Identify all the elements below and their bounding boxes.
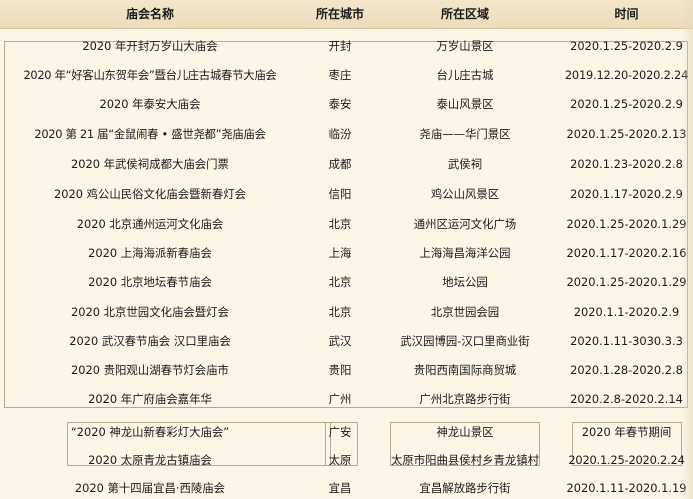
row-time: 2020.1.25-2020.1.29 bbox=[566, 275, 687, 289]
row-name: 2020 上海海派新春庙会 bbox=[88, 246, 212, 260]
row-city: 北京 bbox=[328, 217, 352, 231]
row-name: 2020 年“好客山东贺年会”暨台儿庄古城春节大庙会 bbox=[23, 68, 277, 82]
table-row: 2020 年武侯祠成都大庙会门票 成都 武侯祠 2020.1.23-2020.2… bbox=[0, 154, 693, 174]
row-area: 泰山风景区 bbox=[436, 97, 494, 111]
row-area: 台儿庄古城 bbox=[436, 68, 494, 82]
row-time: 2020.1.28-2020.2.8 bbox=[570, 363, 683, 377]
row-name: 2020 年开封万岁山大庙会 bbox=[82, 39, 218, 53]
row-area: 宜昌解放路步行街 bbox=[419, 481, 511, 495]
row-name: 2020 贵阳观山湖春节灯会庙市 bbox=[71, 363, 229, 377]
table-row: 2020 鸡公山民俗文化庙会暨新春灯会 信阳 鸡公山风景区 2020.1.17-… bbox=[0, 184, 693, 204]
row-time: 2020.1.11-3030.3.3 bbox=[570, 334, 683, 348]
row-area: 万岁山景区 bbox=[436, 39, 494, 53]
row-name: 2020 年武侯祠成都大庙会门票 bbox=[71, 157, 229, 171]
table-row: 2020 武汉春节庙会 汉口里庙会 武汉 武汉园博园-汉口里商业街 2020.1… bbox=[0, 331, 693, 351]
table-row: 2020 年开封万岁山大庙会 开封 万岁山景区 2020.1.25-2020.2… bbox=[0, 36, 693, 56]
row-time: 2020.1.23-2020.2.8 bbox=[570, 157, 683, 171]
row-area: 武侯祠 bbox=[447, 157, 483, 171]
row-time: 2020.2.8-2020.2.14 bbox=[570, 392, 683, 406]
row-city: 广安 bbox=[328, 425, 352, 439]
row-city: 广州 bbox=[328, 392, 352, 406]
table-row: 2020 贵阳观山湖春节灯会庙市 贵阳 贵阳西南国际商贸城 2020.1.28-… bbox=[0, 360, 693, 380]
row-city: 信阳 bbox=[328, 187, 352, 201]
row-name: 2020 第 21 届“金鼠闹春 • 盛世尧都”尧庙庙会 bbox=[34, 127, 266, 141]
table-row: 2020 第 21 届“金鼠闹春 • 盛世尧都”尧庙庙会 临汾 尧庙——华门景区… bbox=[0, 124, 693, 144]
row-time: 2019.12.20-2020.2.24 bbox=[564, 68, 689, 82]
row-name: 2020 武汉春节庙会 汉口里庙会 bbox=[69, 334, 231, 348]
table-row: 2020 北京地坛春节庙会 北京 地坛公园 2020.1.25-2020.1.2… bbox=[0, 272, 693, 292]
row-city: 上海 bbox=[328, 246, 352, 260]
row-city: 北京 bbox=[328, 305, 352, 319]
row-name: 2020 北京地坛春节庙会 bbox=[88, 275, 212, 289]
row-time: 2020.1.25-2020.2.13 bbox=[566, 127, 687, 141]
row-time: 2020.1.25-2020.1.29 bbox=[566, 217, 687, 231]
row-name: 2020 太原青龙古镇庙会 bbox=[88, 453, 212, 467]
table-row: 2020 北京通州运河文化庙会 北京 通州区运河文化广场 2020.1.25-2… bbox=[0, 214, 693, 234]
row-time: 2020.1.17-2020.2.16 bbox=[566, 246, 687, 260]
row-city: 成都 bbox=[328, 157, 352, 171]
row-city: 泰安 bbox=[328, 97, 352, 111]
row-time: 2020.1.25-2020.2.24 bbox=[568, 453, 685, 467]
row-time: 2020.1.25-2020.2.9 bbox=[570, 39, 683, 53]
row-city: 武汉 bbox=[328, 334, 352, 348]
header-name: 庙会名称 bbox=[125, 7, 174, 21]
table-row: 2020 北京世园文化庙会暨灯会 北京 北京世园会园 2020.1.1-2020… bbox=[0, 302, 693, 322]
row-area: 尧庙——华门景区 bbox=[419, 127, 511, 141]
row-city: 太原 bbox=[328, 453, 352, 467]
row-name: 2020 北京世园文化庙会暨灯会 bbox=[71, 305, 229, 319]
row-area: 北京世园会园 bbox=[430, 305, 500, 319]
row-area: 神龙山景区 bbox=[436, 425, 494, 439]
row-area: 上海海昌海洋公园 bbox=[419, 246, 511, 260]
row-area: 武汉园博园-汉口里商业街 bbox=[400, 334, 530, 348]
row-area: 太原市阳曲县侯村乡青龙镇村 bbox=[390, 453, 540, 467]
row-name: “2020 神龙山新春彩灯大庙会” bbox=[70, 425, 230, 439]
row-area: 鸡公山风景区 bbox=[430, 187, 500, 201]
header-city: 所在城市 bbox=[315, 7, 364, 21]
table-row: 2020 上海海派新春庙会 上海 上海海昌海洋公园 2020.1.17-2020… bbox=[0, 243, 693, 263]
row-time: 2020.1.1-2020.2.9 bbox=[573, 305, 680, 319]
table-row: 2020 年泰安大庙会 泰安 泰山风景区 2020.1.25-2020.2.9 bbox=[0, 94, 693, 114]
table-row: “2020 神龙山新春彩灯大庙会” 广安 神龙山景区 2020 年春节期间 bbox=[0, 422, 693, 442]
row-name: 2020 鸡公山民俗文化庙会暨新春灯会 bbox=[53, 187, 247, 201]
table-row: 2020 第十四届宜昌·西陵庙会 宜昌 宜昌解放路步行街 2020.1.11-2… bbox=[0, 478, 693, 498]
row-name: 2020 年泰安大庙会 bbox=[99, 97, 201, 111]
row-city: 宜昌 bbox=[328, 481, 352, 495]
row-city: 开封 bbox=[328, 39, 352, 53]
row-city: 枣庄 bbox=[328, 68, 352, 82]
row-name: 2020 年广府庙会嘉年华 bbox=[88, 392, 212, 406]
row-time: 2020.1.25-2020.2.9 bbox=[570, 97, 683, 111]
row-name: 2020 北京通州运河文化庙会 bbox=[76, 217, 224, 231]
row-area: 贵阳西南国际商贸城 bbox=[413, 363, 517, 377]
row-area: 地坛公园 bbox=[442, 275, 488, 289]
row-name: 2020 第十四届宜昌·西陵庙会 bbox=[74, 481, 226, 495]
row-area: 广州北京路步行街 bbox=[419, 392, 511, 406]
row-city: 北京 bbox=[328, 275, 352, 289]
fair-table: 庙会名称 所在城市 所在区域 时间 2020 年开封万岁山大庙会 开封 万岁山景… bbox=[0, 0, 693, 499]
table-row: 2020 太原青龙古镇庙会 太原 太原市阳曲县侯村乡青龙镇村 2020.1.25… bbox=[0, 450, 693, 470]
row-time: 2020.1.17-2020.2.9 bbox=[570, 187, 683, 201]
header-time: 时间 bbox=[614, 7, 639, 21]
edge-shade bbox=[681, 0, 693, 499]
table-row: 2020 年广府庙会嘉年华 广州 广州北京路步行街 2020.2.8-2020.… bbox=[0, 389, 693, 409]
table-header: 庙会名称 所在城市 所在区域 时间 bbox=[0, 0, 693, 29]
table-row: 2020 年“好客山东贺年会”暨台儿庄古城春节大庙会 枣庄 台儿庄古城 2019… bbox=[0, 65, 693, 85]
row-time: 2020 年春节期间 bbox=[581, 425, 672, 439]
row-time: 2020.1.11-2020.1.19 bbox=[566, 481, 687, 495]
row-area: 通州区运河文化广场 bbox=[413, 217, 517, 231]
row-city: 临汾 bbox=[328, 127, 352, 141]
row-city: 贵阳 bbox=[328, 363, 352, 377]
header-area: 所在区域 bbox=[440, 7, 489, 21]
